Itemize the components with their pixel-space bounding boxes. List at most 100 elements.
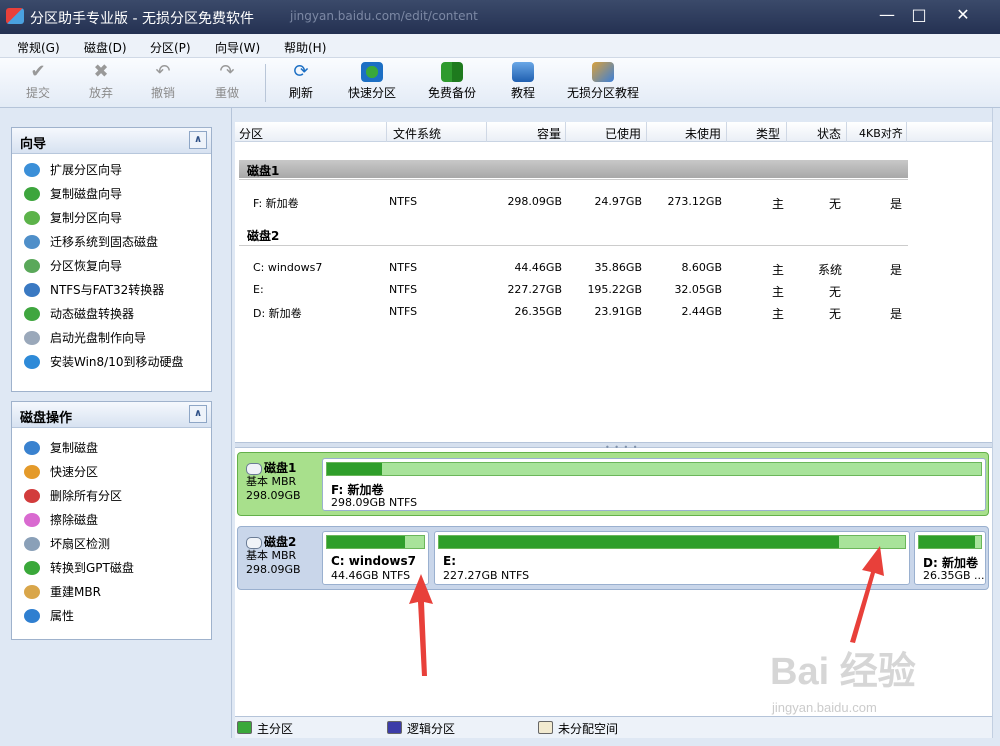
baidu-watermark: Bai 经验: [770, 651, 916, 693]
cell-fs: NTFS: [389, 283, 418, 296]
legend-label: 逻辑分区: [407, 722, 456, 736]
toolbar: ✔ 提交 ✖ 放弃 ↶ 撤销 ↷ 重做 ⟳ 刷新 快速分区 免费备份 教程 无损…: [0, 58, 1000, 108]
disk-1-row[interactable]: 磁盘1 基本 MBR 298.09GB F: 新加卷 298.09GB NTFS: [237, 452, 989, 516]
quick-partition-label: 快速分区: [348, 86, 397, 100]
item-label: 迁移系统到固态磁盘: [50, 235, 159, 249]
wizard-partition-recovery[interactable]: 分区恢复向导: [12, 254, 211, 278]
undo-button[interactable]: ↶ 撤销: [151, 62, 175, 101]
lossless-tutorial-button[interactable]: 无损分区教程: [567, 62, 639, 101]
col-partition[interactable]: 分区: [239, 125, 263, 142]
free-backup-button[interactable]: 免费备份: [428, 62, 476, 101]
op-wipe-disk[interactable]: 擦除磁盘: [12, 508, 211, 532]
arrow-shape: [850, 546, 884, 643]
wizard-copy-partition[interactable]: 复制分区向导: [12, 206, 211, 230]
quick-partition-icon: [24, 465, 40, 479]
op-rebuild-mbr[interactable]: 重建MBR: [12, 580, 211, 604]
window-title: 分区助手专业版 - 无损分区免费软件: [30, 11, 254, 27]
discard-icon: ✖: [93, 61, 109, 82]
commit-button[interactable]: ✔ 提交: [26, 62, 50, 101]
mbr-icon: [24, 585, 40, 599]
item-label: 删除所有分区: [50, 489, 123, 503]
free-backup-label: 免费备份: [428, 86, 477, 100]
menu-wizard[interactable]: 向导(W): [215, 39, 260, 56]
menu-partition[interactable]: 分区(P): [150, 39, 191, 56]
close-button[interactable]: ✕: [946, 2, 980, 28]
collapse-wizard-button[interactable]: ∧: [189, 131, 207, 149]
tutorial-button[interactable]: 教程: [511, 62, 535, 101]
disk-1-size: 298.09GB: [246, 489, 301, 502]
menu-disk[interactable]: 磁盘(D): [84, 39, 127, 56]
col-4k-align[interactable]: 4KB对齐: [859, 125, 903, 141]
usage-bar: [326, 535, 425, 549]
cell-free: 273.12GB: [667, 195, 722, 208]
left-sidebar: 向导 ∧ 扩展分区向导 复制磁盘向导 复制分区向导 迁移系统到固态磁盘 分区恢复…: [0, 108, 232, 746]
cell-used: 23.91GB: [594, 305, 642, 318]
wizard-install-win[interactable]: 安装Win8/10到移动硬盘: [12, 350, 211, 374]
usage-fill: [919, 536, 976, 548]
cell-used: 35.86GB: [594, 261, 642, 274]
table-row[interactable]: D: 新加卷 NTFS 26.35GB 23.91GB 2.44GB 主 无 是: [235, 302, 992, 322]
discard-label: 放弃: [89, 86, 114, 100]
cell-fs: NTFS: [389, 305, 418, 318]
op-copy-disk[interactable]: 复制磁盘: [12, 436, 211, 460]
menu-help[interactable]: 帮助(H): [284, 39, 326, 56]
col-capacity[interactable]: 容量: [537, 125, 561, 142]
partition-f[interactable]: F: 新加卷 298.09GB NTFS: [322, 458, 986, 511]
wizard-ntfs-fat32[interactable]: NTFS与FAT32转换器: [12, 278, 211, 302]
maximize-button[interactable]: □: [902, 2, 936, 28]
cell-status: 无: [829, 197, 842, 211]
arrow-shape: [409, 574, 433, 676]
discard-button[interactable]: ✖ 放弃: [89, 62, 113, 101]
copy-disk-icon: [24, 187, 40, 201]
disk-group-1: 磁盘1: [239, 160, 908, 178]
toolbar-separator: [265, 64, 266, 102]
col-divider: [906, 122, 907, 142]
disk-1-type: 基本 MBR: [246, 475, 297, 488]
quick-partition-button[interactable]: 快速分区: [348, 62, 396, 101]
col-type[interactable]: 类型: [756, 125, 780, 142]
wizard-boot-cd[interactable]: 启动光盘制作向导: [12, 326, 211, 350]
wizard-dynamic-disk[interactable]: 动态磁盘转换器: [12, 302, 211, 326]
wizard-copy-disk[interactable]: 复制磁盘向导: [12, 182, 211, 206]
undo-icon: ↶: [155, 61, 171, 82]
op-properties[interactable]: 属性: [12, 604, 211, 628]
op-convert-gpt[interactable]: 转换到GPT磁盘: [12, 556, 211, 580]
app-icon: [6, 8, 24, 24]
usage-fill: [439, 536, 840, 548]
item-label: 复制分区向导: [50, 211, 123, 225]
cell-capacity: 44.46GB: [514, 261, 562, 274]
col-filesystem[interactable]: 文件系统: [393, 125, 441, 142]
op-quick-partition[interactable]: 快速分区: [12, 460, 211, 484]
title-bar: 分区助手专业版 - 无损分区免费软件 jingyan.baidu.com/edi…: [0, 0, 1000, 34]
usage-fill: [327, 463, 382, 475]
partition-name: E:: [443, 554, 456, 568]
migrate-icon: [24, 235, 40, 249]
windows-icon: [24, 355, 40, 369]
col-free[interactable]: 未使用: [685, 125, 721, 142]
col-status[interactable]: 状态: [817, 125, 841, 142]
partition-info: 44.46GB NTFS: [331, 569, 411, 582]
wizard-extend-partition[interactable]: 扩展分区向导: [12, 158, 211, 182]
check-icon: ✔: [30, 61, 46, 82]
refresh-button[interactable]: ⟳ 刷新: [289, 62, 313, 101]
cell-status: 无: [829, 307, 842, 321]
cell-type: 主: [772, 307, 785, 321]
op-bad-sector-check[interactable]: 坏扇区检测: [12, 532, 211, 556]
scan-icon: [24, 537, 40, 551]
partition-d[interactable]: D: 新加卷 26.35GB ...: [914, 531, 986, 585]
table-row[interactable]: C: windows7 NTFS 44.46GB 35.86GB 8.60GB …: [235, 258, 992, 278]
redo-button[interactable]: ↷ 重做: [215, 62, 239, 101]
minimize-button[interactable]: —: [870, 2, 904, 28]
menu-general[interactable]: 常规(G): [17, 39, 60, 56]
redo-icon: ↷: [219, 61, 235, 82]
table-row[interactable]: F: 新加卷 NTFS 298.09GB 24.97GB 273.12GB 主 …: [235, 192, 992, 212]
col-used[interactable]: 已使用: [605, 125, 641, 142]
backup-icon: [441, 62, 463, 82]
table-row[interactable]: E: NTFS 227.27GB 195.22GB 32.05GB 主 无: [235, 280, 992, 300]
wizard-migrate-ssd[interactable]: 迁移系统到固态磁盘: [12, 230, 211, 254]
partition-e[interactable]: E: 227.27GB NTFS: [434, 531, 910, 585]
collapse-disk-button[interactable]: ∧: [189, 405, 207, 423]
undo-label: 撤销: [151, 86, 176, 100]
op-delete-all-partitions[interactable]: 删除所有分区: [12, 484, 211, 508]
cell-status: 无: [829, 285, 842, 299]
